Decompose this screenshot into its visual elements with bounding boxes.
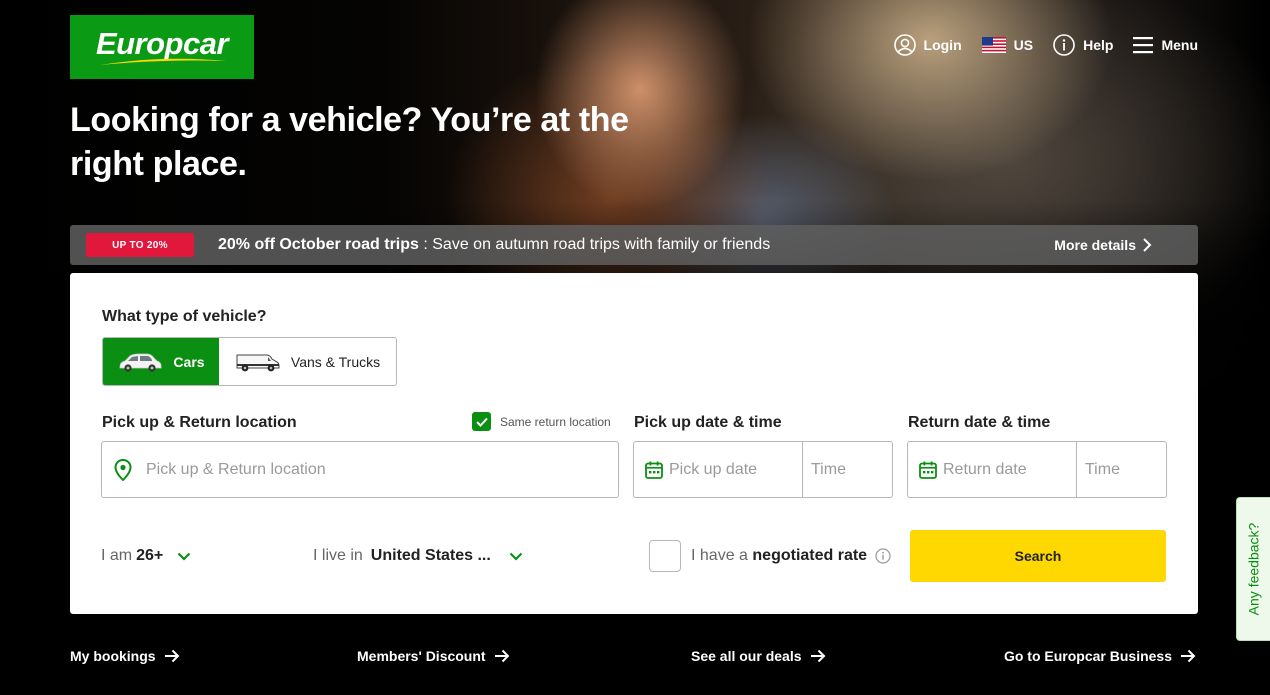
negotiated-prefix: I have a (691, 547, 748, 564)
same-return-label: Same return location (500, 414, 611, 429)
page-headline: Looking for a vehicle? You’re at the rig… (70, 101, 629, 183)
vehicle-type-cars-label: Cars (173, 353, 205, 370)
pickup-label: Pick up date & time (634, 414, 782, 431)
same-return-checkbox[interactable] (472, 412, 491, 431)
promo-title: 20% off October road trips (218, 236, 419, 253)
pickup-time-input[interactable] (811, 442, 892, 497)
location-field[interactable] (101, 441, 619, 498)
search-button[interactable]: Search (910, 530, 1166, 582)
promo-description: : Save on autumn road trips with family … (418, 236, 771, 253)
vehicle-type-vans-trucks[interactable]: Vans & Trucks (219, 338, 396, 385)
top-navigation: Login US Help Menu (893, 33, 1198, 57)
help-label: Help (1083, 37, 1114, 53)
chevron-down-icon (509, 552, 523, 561)
return-time-input[interactable] (1085, 442, 1166, 497)
login-label: Login (923, 37, 962, 53)
my-bookings-label: My bookings (70, 648, 156, 664)
location-input[interactable] (146, 442, 618, 497)
more-details-label: More details (1054, 237, 1136, 253)
info-icon[interactable] (875, 548, 891, 564)
pickup-date-input[interactable] (669, 442, 802, 497)
login-link[interactable]: Login (893, 34, 962, 56)
calendar-icon (919, 461, 937, 479)
members-discount-link[interactable]: Members' Discount (357, 645, 510, 667)
return-time-segment[interactable] (1077, 442, 1166, 497)
logo-swoosh-icon (100, 58, 226, 65)
arrow-right-icon (810, 649, 825, 663)
info-circle-icon (1053, 34, 1075, 56)
return-date-input[interactable] (943, 442, 1076, 497)
chevron-down-icon (177, 552, 191, 561)
booking-options-row: I am 26+ I live in United States ... I h… (70, 529, 1198, 583)
pickup-date-segment[interactable] (634, 442, 802, 497)
negotiated-strong: negotiated rate (752, 547, 868, 564)
europcar-business-link[interactable]: Go to Europcar Business (1004, 645, 1196, 667)
arrow-right-icon (1181, 649, 1196, 663)
arrow-right-icon (494, 649, 509, 663)
arrow-right-icon (164, 649, 179, 663)
age-value: 26+ (136, 547, 164, 564)
country-label: US (1013, 37, 1034, 53)
promo-banner[interactable]: UP TO 20% 20% off October road trips : S… (70, 225, 1198, 265)
vehicle-type-label: What type of vehicle? (102, 308, 267, 325)
feedback-label: Any feedback? (1245, 522, 1262, 616)
hamburger-icon (1133, 37, 1154, 54)
vehicle-type-cars[interactable]: Cars (103, 338, 219, 385)
all-deals-link[interactable]: See all our deals (691, 645, 826, 667)
all-deals-label: See all our deals (691, 648, 802, 664)
help-link[interactable]: Help (1053, 34, 1113, 56)
vehicle-type-vans-label: Vans & Trucks (290, 353, 381, 370)
location-pin-icon (114, 458, 132, 481)
menu-button[interactable]: Menu (1133, 36, 1198, 54)
negotiated-rate-label: I have a negotiated rate (691, 547, 867, 565)
booking-card: What type of vehicle? Cars Vans & Trucks (70, 273, 1198, 614)
more-details-link[interactable]: More details (1054, 225, 1152, 265)
pickup-time-segment[interactable] (803, 442, 892, 497)
vehicle-type-selector: Cars Vans & Trucks (102, 337, 397, 386)
residence-value: United States ... (370, 547, 491, 564)
user-circle-icon (893, 34, 916, 56)
promo-badge: UP TO 20% (86, 233, 194, 257)
return-date-segment[interactable] (908, 442, 1076, 497)
car-icon (120, 353, 162, 372)
negotiated-rate-checkbox[interactable] (649, 540, 681, 572)
europcar-business-label: Go to Europcar Business (1003, 648, 1172, 664)
us-flag-icon (981, 37, 1006, 53)
calendar-icon (645, 461, 663, 479)
residence-prefix: I live in (313, 547, 363, 564)
same-return-option[interactable]: Same return location (472, 412, 611, 431)
pickup-datetime-field (633, 441, 893, 498)
return-datetime-field (907, 441, 1167, 498)
negotiated-rate-option[interactable]: I have a negotiated rate (649, 540, 891, 572)
chevron-right-icon (1143, 238, 1152, 252)
residence-dropdown[interactable]: I live in United States ... (313, 529, 523, 583)
return-label: Return date & time (908, 414, 1051, 431)
promo-text: 20% off October road trips : Save on aut… (218, 236, 770, 254)
van-icon (236, 354, 280, 371)
quick-links: My bookings Members' Discount See all ou… (70, 645, 1196, 667)
europcar-logo[interactable]: Europcar (70, 15, 254, 79)
members-discount-label: Members' Discount (357, 648, 486, 664)
feedback-tab[interactable]: Any feedback? (1236, 497, 1270, 641)
country-selector[interactable]: US (981, 37, 1034, 53)
age-prefix: I am (101, 547, 133, 564)
age-dropdown[interactable]: I am 26+ (101, 529, 191, 583)
location-label: Pick up & Return location (102, 414, 297, 431)
my-bookings-link[interactable]: My bookings (70, 645, 180, 667)
checkmark-icon (475, 417, 488, 427)
menu-label: Menu (1161, 37, 1198, 53)
